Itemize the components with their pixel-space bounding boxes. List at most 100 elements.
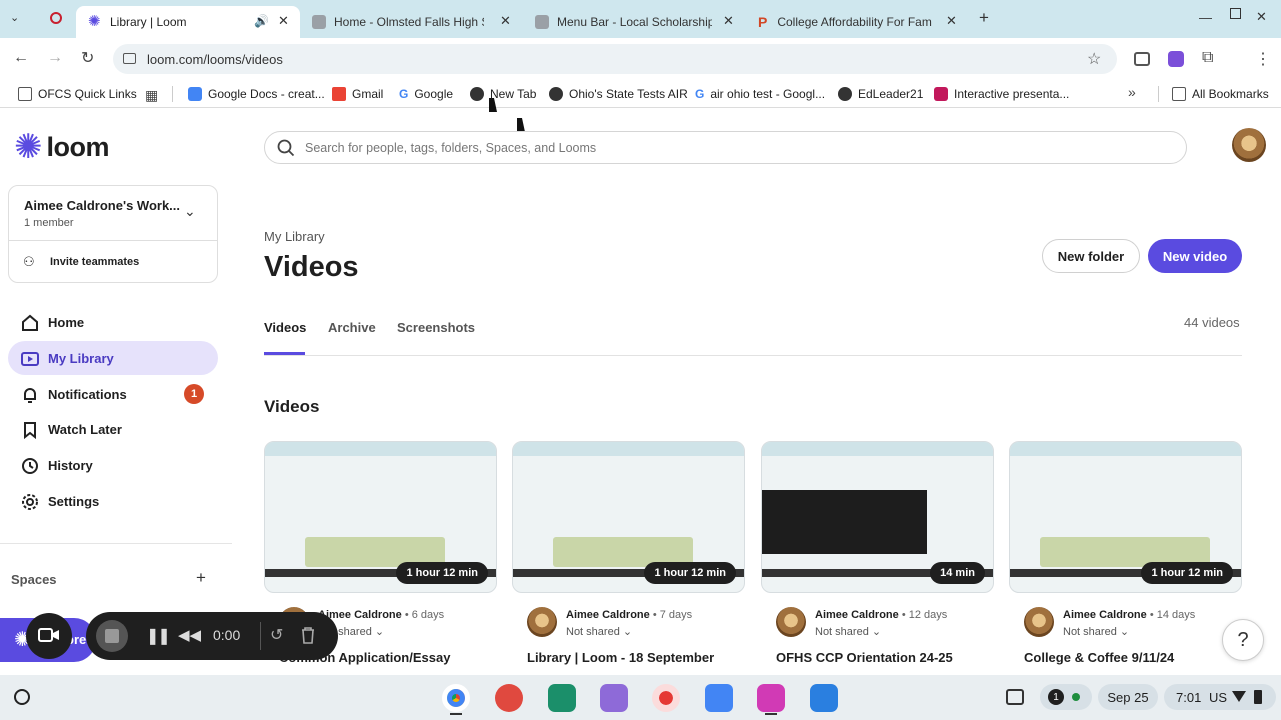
close-tab-icon[interactable]: ✕ (278, 13, 289, 29)
maximize-window-icon[interactable] (1230, 8, 1241, 19)
speaker-icon[interactable]: 🔊 (254, 14, 269, 28)
browser-menu-icon[interactable]: ⋮ (1255, 49, 1271, 69)
paint-app-icon[interactable] (495, 684, 523, 712)
google-icon: G (695, 87, 705, 101)
url-text[interactable]: loom.com/looms/videos (147, 52, 283, 67)
loom-logo[interactable]: ✺ loom (14, 130, 109, 164)
forms-app-icon[interactable] (600, 684, 628, 712)
tab-videos[interactable]: Videos (264, 320, 306, 335)
bookmark-gmail[interactable]: Gmail (332, 85, 383, 103)
home-icon (22, 314, 38, 331)
bookmark-edleader21[interactable]: EdLeader21 (838, 85, 923, 103)
search-input[interactable]: Search for people, tags, folders, Spaces… (264, 131, 1187, 164)
sidebar-item-settings[interactable]: Settings (8, 484, 218, 518)
video-thumbnail[interactable]: 14 min (761, 441, 994, 593)
bookmark-ohio-tests[interactable]: Ohio's State Tests AIR (549, 85, 688, 103)
site-info-icon[interactable] (123, 53, 136, 64)
bookmark-ofcs[interactable]: OFCS Quick Links (18, 85, 137, 103)
share-status-dropdown[interactable]: Not shared ⌄ (1063, 625, 1129, 638)
new-tab-icon[interactable]: + (979, 8, 989, 28)
bookmark-google[interactable]: G Google (399, 85, 453, 103)
minimize-window-icon[interactable]: — (1199, 10, 1212, 25)
pause-icon[interactable]: ❚❚ (146, 626, 171, 646)
sidebar-item-my-library[interactable]: My Library (8, 341, 218, 375)
files-app-icon[interactable] (810, 684, 838, 712)
trash-icon[interactable] (300, 626, 316, 644)
sidebar-item-history[interactable]: History (8, 448, 218, 482)
notification-tray[interactable]: 1 (1040, 684, 1092, 710)
sidebar-item-watch-later[interactable]: Watch Later (8, 412, 218, 446)
site-favicon-icon (312, 15, 326, 29)
sidebar-item-notifications[interactable]: Notifications 1 (8, 377, 218, 411)
tab-college-affordability[interactable]: P College Affordability For Famil ✕ (748, 6, 968, 38)
breadcrumb[interactable]: My Library (264, 229, 325, 244)
rewind-icon[interactable]: ◀◀ (178, 626, 201, 644)
mouse-cursor-icon (517, 118, 525, 132)
bell-icon (24, 388, 36, 403)
tab-menu-bar[interactable]: Menu Bar - Local Scholarship P ✕ (525, 6, 745, 38)
close-tab-icon[interactable]: ✕ (500, 13, 511, 29)
video-card[interactable]: 1 hour 12 min Aimee Caldrone • 7 days No… (512, 441, 745, 675)
sidebar-item-label: Settings (48, 493, 100, 509)
phone-hub-icon[interactable] (1006, 689, 1024, 705)
launcher-icon[interactable] (14, 689, 30, 705)
video-card[interactable]: 1 hour 12 min Aimee Caldrone • 14 days N… (1009, 441, 1242, 675)
video-title[interactable]: College & Coffee 9/11/24 (1024, 650, 1174, 665)
apps-grid-icon[interactable]: ▦ (145, 87, 158, 104)
video-card[interactable]: 14 min Aimee Caldrone • 12 days Not shar… (761, 441, 994, 675)
tab-olmsted-falls[interactable]: Home - Olmsted Falls High Sch ✕ (302, 6, 522, 38)
close-tab-icon[interactable]: ✕ (946, 13, 957, 29)
more-bookmarks-icon[interactable]: » (1128, 84, 1136, 100)
extension-puzzle-purple-icon[interactable] (1168, 51, 1184, 67)
tab-archive[interactable]: Archive (328, 320, 376, 335)
add-space-icon[interactable]: + (196, 568, 206, 588)
reload-icon[interactable]: ↻ (81, 48, 94, 68)
address-bar[interactable]: loom.com/looms/videos ☆ (113, 44, 1117, 74)
bookmark-star-icon[interactable]: ☆ (1087, 49, 1101, 69)
tab-screenshots[interactable]: Screenshots (397, 320, 475, 335)
close-tab-icon[interactable]: ✕ (723, 13, 734, 29)
share-status-dropdown[interactable]: Not shared ⌄ (815, 625, 881, 638)
help-button[interactable]: ? (1222, 619, 1264, 661)
bookmark-interactive[interactable]: Interactive presenta... (934, 85, 1069, 103)
tab-search-icon[interactable]: ⌄ (10, 11, 19, 24)
invite-teammates-button[interactable]: ⚇ Invite teammates (9, 242, 217, 282)
extensions-icon[interactable]: ⧉ (1202, 49, 1213, 67)
video-title[interactable]: OFHS CCP Orientation 24-25 (776, 650, 953, 665)
tab-library-loom[interactable]: ✺ Library | Loom 🔊 ✕ (76, 6, 300, 38)
close-window-icon[interactable]: ✕ (1256, 9, 1267, 25)
docs-app-icon[interactable] (705, 684, 733, 712)
google-icon: G (399, 87, 409, 101)
avatar (1024, 607, 1054, 637)
workspace-switcher[interactable]: Aimee Caldrone's Work... 1 member ⌄ (9, 186, 217, 241)
all-bookmarks[interactable]: All Bookmarks (1172, 85, 1269, 103)
sidebar-item-label: My Library (48, 350, 114, 366)
date-tray[interactable]: Sep 25 (1098, 684, 1158, 710)
classroom-app-icon[interactable] (548, 684, 576, 712)
back-icon[interactable]: ← (13, 49, 29, 67)
slides-app-icon[interactable] (757, 684, 785, 712)
chrome-app-icon[interactable] (442, 684, 470, 712)
sidebar-item-home[interactable]: Home (8, 305, 218, 339)
new-folder-button[interactable]: New folder (1042, 239, 1140, 273)
gear-icon (22, 494, 38, 510)
duration-badge: 1 hour 12 min (1141, 562, 1233, 584)
video-thumbnail[interactable]: 1 hour 12 min (264, 441, 497, 593)
stop-button[interactable] (96, 620, 128, 652)
video-title[interactable]: Library | Loom - 18 September (527, 650, 714, 665)
new-video-button[interactable]: New video (1148, 239, 1242, 273)
recording-indicator-icon[interactable] (50, 12, 62, 24)
camera-toggle[interactable] (26, 613, 72, 659)
bookmark-new-tab[interactable]: New Tab (470, 85, 536, 103)
video-thumbnail[interactable]: 1 hour 12 min (512, 441, 745, 593)
bookmark-google-docs[interactable]: Google Docs - creat... (188, 85, 325, 103)
video-thumbnail[interactable]: 1 hour 12 min (1009, 441, 1242, 593)
extension-icon[interactable] (1134, 52, 1150, 66)
restart-icon[interactable]: ↺ (270, 625, 283, 645)
forward-icon[interactable]: → (47, 49, 63, 67)
screen-recorder-app-icon[interactable] (652, 684, 680, 712)
user-avatar[interactable] (1232, 128, 1266, 162)
status-tray[interactable]: 7:01 US (1164, 684, 1276, 710)
share-status-dropdown[interactable]: Not shared ⌄ (566, 625, 632, 638)
bookmark-air-ohio[interactable]: Gair ohio test - Googl... (695, 85, 825, 103)
